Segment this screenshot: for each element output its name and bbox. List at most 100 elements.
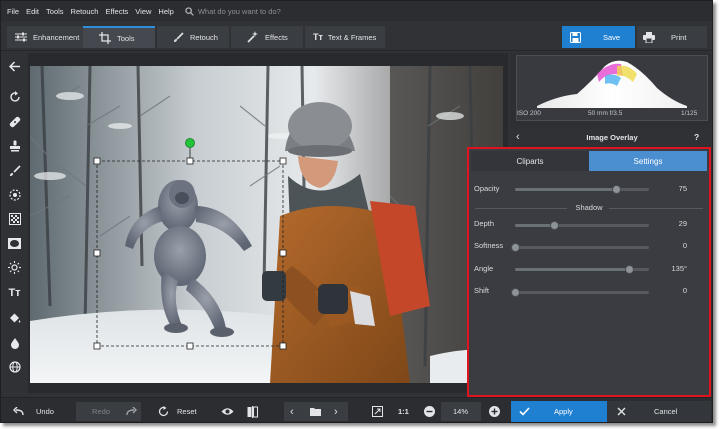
opacity-slider-knob[interactable] [611, 185, 621, 194]
tab-tools[interactable]: Tools [83, 26, 155, 48]
photo-canvas[interactable] [30, 66, 503, 383]
reset-icon [158, 406, 169, 417]
depth-slider[interactable] [515, 221, 649, 230]
search-placeholder: What do you want to do? [197, 6, 281, 16]
fit-screen-icon[interactable] [372, 402, 383, 421]
shift-value: 0 [682, 286, 687, 295]
apply-button[interactable]: Apply [511, 401, 607, 422]
menu-view[interactable]: View [135, 7, 151, 16]
angle-slider-fill [515, 268, 629, 271]
back-arrow-icon[interactable] [6, 58, 23, 75]
radial-filter-icon[interactable] [6, 186, 23, 203]
vignette-icon[interactable] [6, 235, 23, 252]
chevron-right-nav-icon[interactable]: › [334, 402, 338, 421]
tab-effects-label: Effects [265, 32, 288, 42]
undo-icon [13, 407, 24, 416]
cancel-label: Cancel [654, 407, 678, 416]
opacity-slider-fill [515, 188, 616, 191]
zoom-out-icon[interactable] [424, 402, 435, 421]
tab-bar: Enhancement Tools Retouch Effects Tт Tex… [1, 21, 712, 51]
shift-slider[interactable] [511, 288, 649, 297]
depth-value: 29 [678, 219, 687, 228]
search-box[interactable]: What do you want to do? [185, 7, 281, 16]
tab-tools-label: Tools [117, 33, 135, 43]
eye-icon[interactable] [221, 402, 234, 421]
redo-label-wrap: Redo [92, 402, 137, 421]
paint-bucket-icon[interactable] [6, 309, 23, 326]
rotate-icon[interactable] [6, 88, 23, 105]
depth-slider-knob[interactable] [549, 221, 559, 230]
file-navigation: ‹ › [284, 402, 348, 421]
sun-icon[interactable] [6, 259, 23, 276]
text-icon: Tт [313, 32, 323, 42]
angle-slider-knob[interactable] [624, 265, 634, 274]
gradient-filter-icon[interactable] [6, 210, 23, 227]
menu-file[interactable]: File [7, 7, 19, 16]
redo-button[interactable]: Redo [76, 402, 141, 421]
crop-icon [99, 32, 111, 44]
zoom-1-1-button[interactable]: 1:1 [398, 402, 409, 421]
magic-wand-icon [247, 31, 258, 43]
reset-button[interactable]: Reset [158, 402, 197, 421]
redo-icon [126, 407, 137, 416]
softness-value: 0 [682, 241, 687, 250]
text-tool-icon[interactable]: Tт [6, 284, 23, 301]
canvas-area[interactable] [28, 53, 508, 393]
tab-effects[interactable]: Effects [231, 26, 303, 48]
close-icon [617, 407, 626, 416]
redo-label: Redo [92, 407, 110, 416]
print-label: Print [671, 32, 687, 42]
globe-icon[interactable] [6, 358, 23, 375]
print-button[interactable]: Print [637, 26, 707, 48]
tab-cliparts[interactable]: Cliparts [471, 151, 589, 171]
angle-label: Angle [474, 264, 494, 273]
shift-slider-knob[interactable] [511, 288, 520, 297]
shift-label: Shift [474, 286, 490, 295]
menu-tools[interactable]: Tools [46, 7, 64, 16]
angle-slider[interactable] [515, 265, 649, 274]
menu-help[interactable]: Help [158, 7, 173, 16]
compare-icon[interactable] [247, 402, 258, 421]
bottom-toolbar: Undo Redo Reset ‹ › 1:1 14% Apply Cancel [1, 397, 712, 422]
brush-icon [174, 31, 184, 42]
undo-button[interactable]: Undo [13, 402, 54, 421]
menu-effects[interactable]: Effects [105, 7, 128, 16]
tab-text-frames[interactable]: Tт Text & Frames [305, 26, 385, 48]
sliders-icon [15, 32, 27, 42]
shadow-divider-right [609, 208, 703, 209]
depth-slider-fill [515, 224, 554, 227]
menu-retouch[interactable]: Retouch [71, 7, 99, 16]
tab-retouch[interactable]: Retouch [157, 26, 229, 48]
brush-tool-icon[interactable] [6, 162, 23, 179]
softness-slider-knob[interactable] [511, 243, 520, 252]
floppy-disk-icon [570, 31, 581, 43]
undo-label: Undo [36, 407, 54, 416]
zoom-in-icon[interactable] [489, 402, 500, 421]
clone-stamp-icon[interactable] [6, 137, 23, 154]
overlay-settings-panel: Cliparts Settings Opacity 75 Shadow Dept… [467, 147, 711, 397]
save-button[interactable]: Save [562, 26, 635, 48]
overlay-header: ‹ Image Overlay ? [510, 129, 712, 147]
left-toolbar: Tт [1, 53, 28, 393]
menu-edit[interactable]: Edit [26, 7, 39, 16]
tab-settings[interactable]: Settings [589, 151, 707, 171]
opacity-label: Opacity [474, 184, 500, 193]
softness-slider[interactable] [511, 243, 649, 252]
photo-editor-window: File Edit Tools Retouch Effects View Hel… [0, 0, 713, 423]
softness-label: Softness [474, 241, 504, 250]
camera-shutter: 1/125 [681, 110, 698, 117]
tab-retouch-label: Retouch [190, 32, 218, 42]
healing-icon[interactable] [6, 113, 23, 130]
apply-label: Apply [554, 407, 573, 416]
save-label: Save [603, 32, 621, 42]
camera-lens: 50 mm f/3.5 [588, 110, 623, 117]
help-button[interactable]: ? [694, 132, 699, 142]
color-splash-icon[interactable] [6, 334, 23, 351]
chevron-left-nav-icon[interactable]: ‹ [290, 402, 294, 421]
printer-icon [643, 31, 655, 43]
opacity-slider[interactable] [515, 185, 649, 194]
overlay-title: Image Overlay [586, 133, 638, 142]
folder-icon[interactable] [310, 402, 321, 421]
cancel-button[interactable]: Cancel [607, 401, 711, 422]
tab-enhancement[interactable]: Enhancement [7, 26, 83, 48]
